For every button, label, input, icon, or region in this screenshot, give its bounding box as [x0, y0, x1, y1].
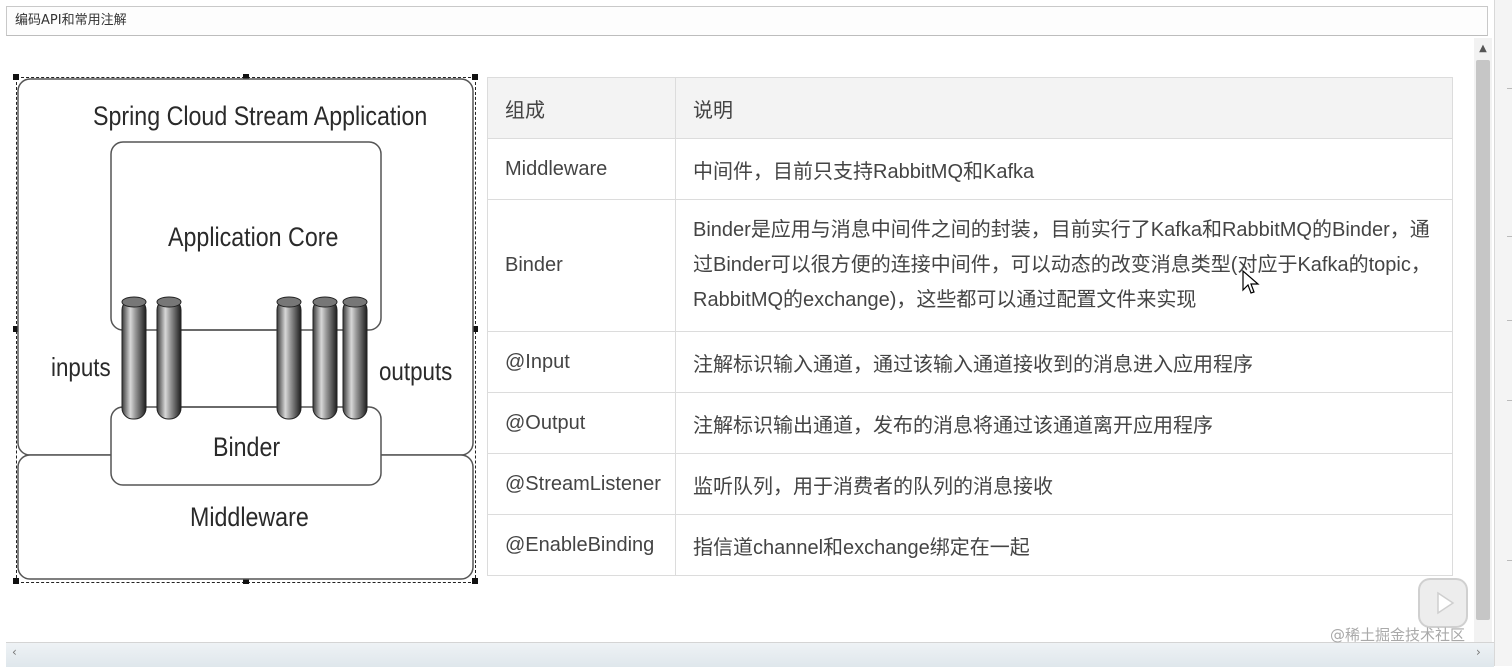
- header-component: 组成: [487, 77, 676, 139]
- channel-cylinder: [276, 296, 302, 420]
- chevron-up-icon[interactable]: ▲: [1474, 40, 1492, 58]
- table-row: @EnableBinding 指信道channel和exchange绑定在一起: [487, 514, 1453, 576]
- table-row: @Output 注解标识输出通道，发布的消息将通过该通道离开应用程序: [487, 392, 1453, 454]
- annotation-table: 组成 说明 Middleware 中间件，目前只支持RabbitMQ和Kafka…: [487, 77, 1453, 576]
- play-icon[interactable]: [1418, 578, 1468, 628]
- diagram-title: Spring Cloud Stream Application: [93, 101, 428, 131]
- table-row: @Input 注解标识输入通道，通过该输入通道接收到的消息进入应用程序: [487, 331, 1453, 393]
- row-description: 中间件，目前只支持RabbitMQ和Kafka: [675, 138, 1453, 200]
- row-name: Middleware: [487, 138, 676, 200]
- channel-cylinder: [121, 296, 147, 420]
- channel-cylinder: [312, 296, 338, 420]
- chevron-right-icon[interactable]: ›: [1476, 645, 1481, 659]
- row-description: 注解标识输入通道，通过该输入通道接收到的消息进入应用程序: [675, 331, 1453, 393]
- channel-cylinder: [342, 296, 368, 420]
- table-header-row: 组成 说明: [487, 77, 1453, 139]
- application-core-label: Application Core: [168, 222, 339, 252]
- horizontal-scrollbar[interactable]: ‹ ›: [6, 642, 1494, 667]
- table-row: Binder Binder是应用与消息中间件之间的封装，目前实行了Kafka和R…: [487, 199, 1453, 332]
- row-description: 指信道channel和exchange绑定在一起: [675, 514, 1453, 576]
- window-title: 编码API和常用注解: [15, 13, 127, 28]
- chevron-left-icon[interactable]: ‹: [12, 645, 17, 659]
- channel-cylinder: [156, 296, 182, 420]
- middleware-label: Middleware: [190, 502, 309, 532]
- table-row: Middleware 中间件，目前只支持RabbitMQ和Kafka: [487, 138, 1453, 200]
- row-name: Binder: [487, 199, 676, 332]
- header-description: 说明: [675, 77, 1453, 139]
- row-description: 注解标识输出通道，发布的消息将通过该通道离开应用程序: [675, 392, 1453, 454]
- table-row: @StreamListener 监听队列，用于消费者的队列的消息接收: [487, 453, 1453, 515]
- mouse-cursor-icon: [1242, 270, 1260, 294]
- right-edge-panel: [1494, 0, 1512, 666]
- row-name: @Output: [487, 392, 676, 454]
- row-description: 监听队列，用于消费者的队列的消息接收: [675, 453, 1453, 515]
- row-description: Binder是应用与消息中间件之间的封装，目前实行了Kafka和RabbitMQ…: [675, 199, 1453, 332]
- row-name: @Input: [487, 331, 676, 393]
- binder-label: Binder: [213, 432, 281, 462]
- vertical-scrollbar[interactable]: ▲: [1474, 38, 1492, 642]
- inputs-label: inputs: [51, 352, 111, 382]
- outputs-label: outputs: [379, 356, 453, 386]
- window-title-bar: 编码API和常用注解: [6, 6, 1488, 36]
- watermark-text: @稀土掘金技术社区: [1330, 626, 1466, 644]
- row-name: @EnableBinding: [487, 514, 676, 576]
- scrollbar-thumb[interactable]: [1476, 60, 1490, 620]
- row-name: @StreamListener: [487, 453, 676, 515]
